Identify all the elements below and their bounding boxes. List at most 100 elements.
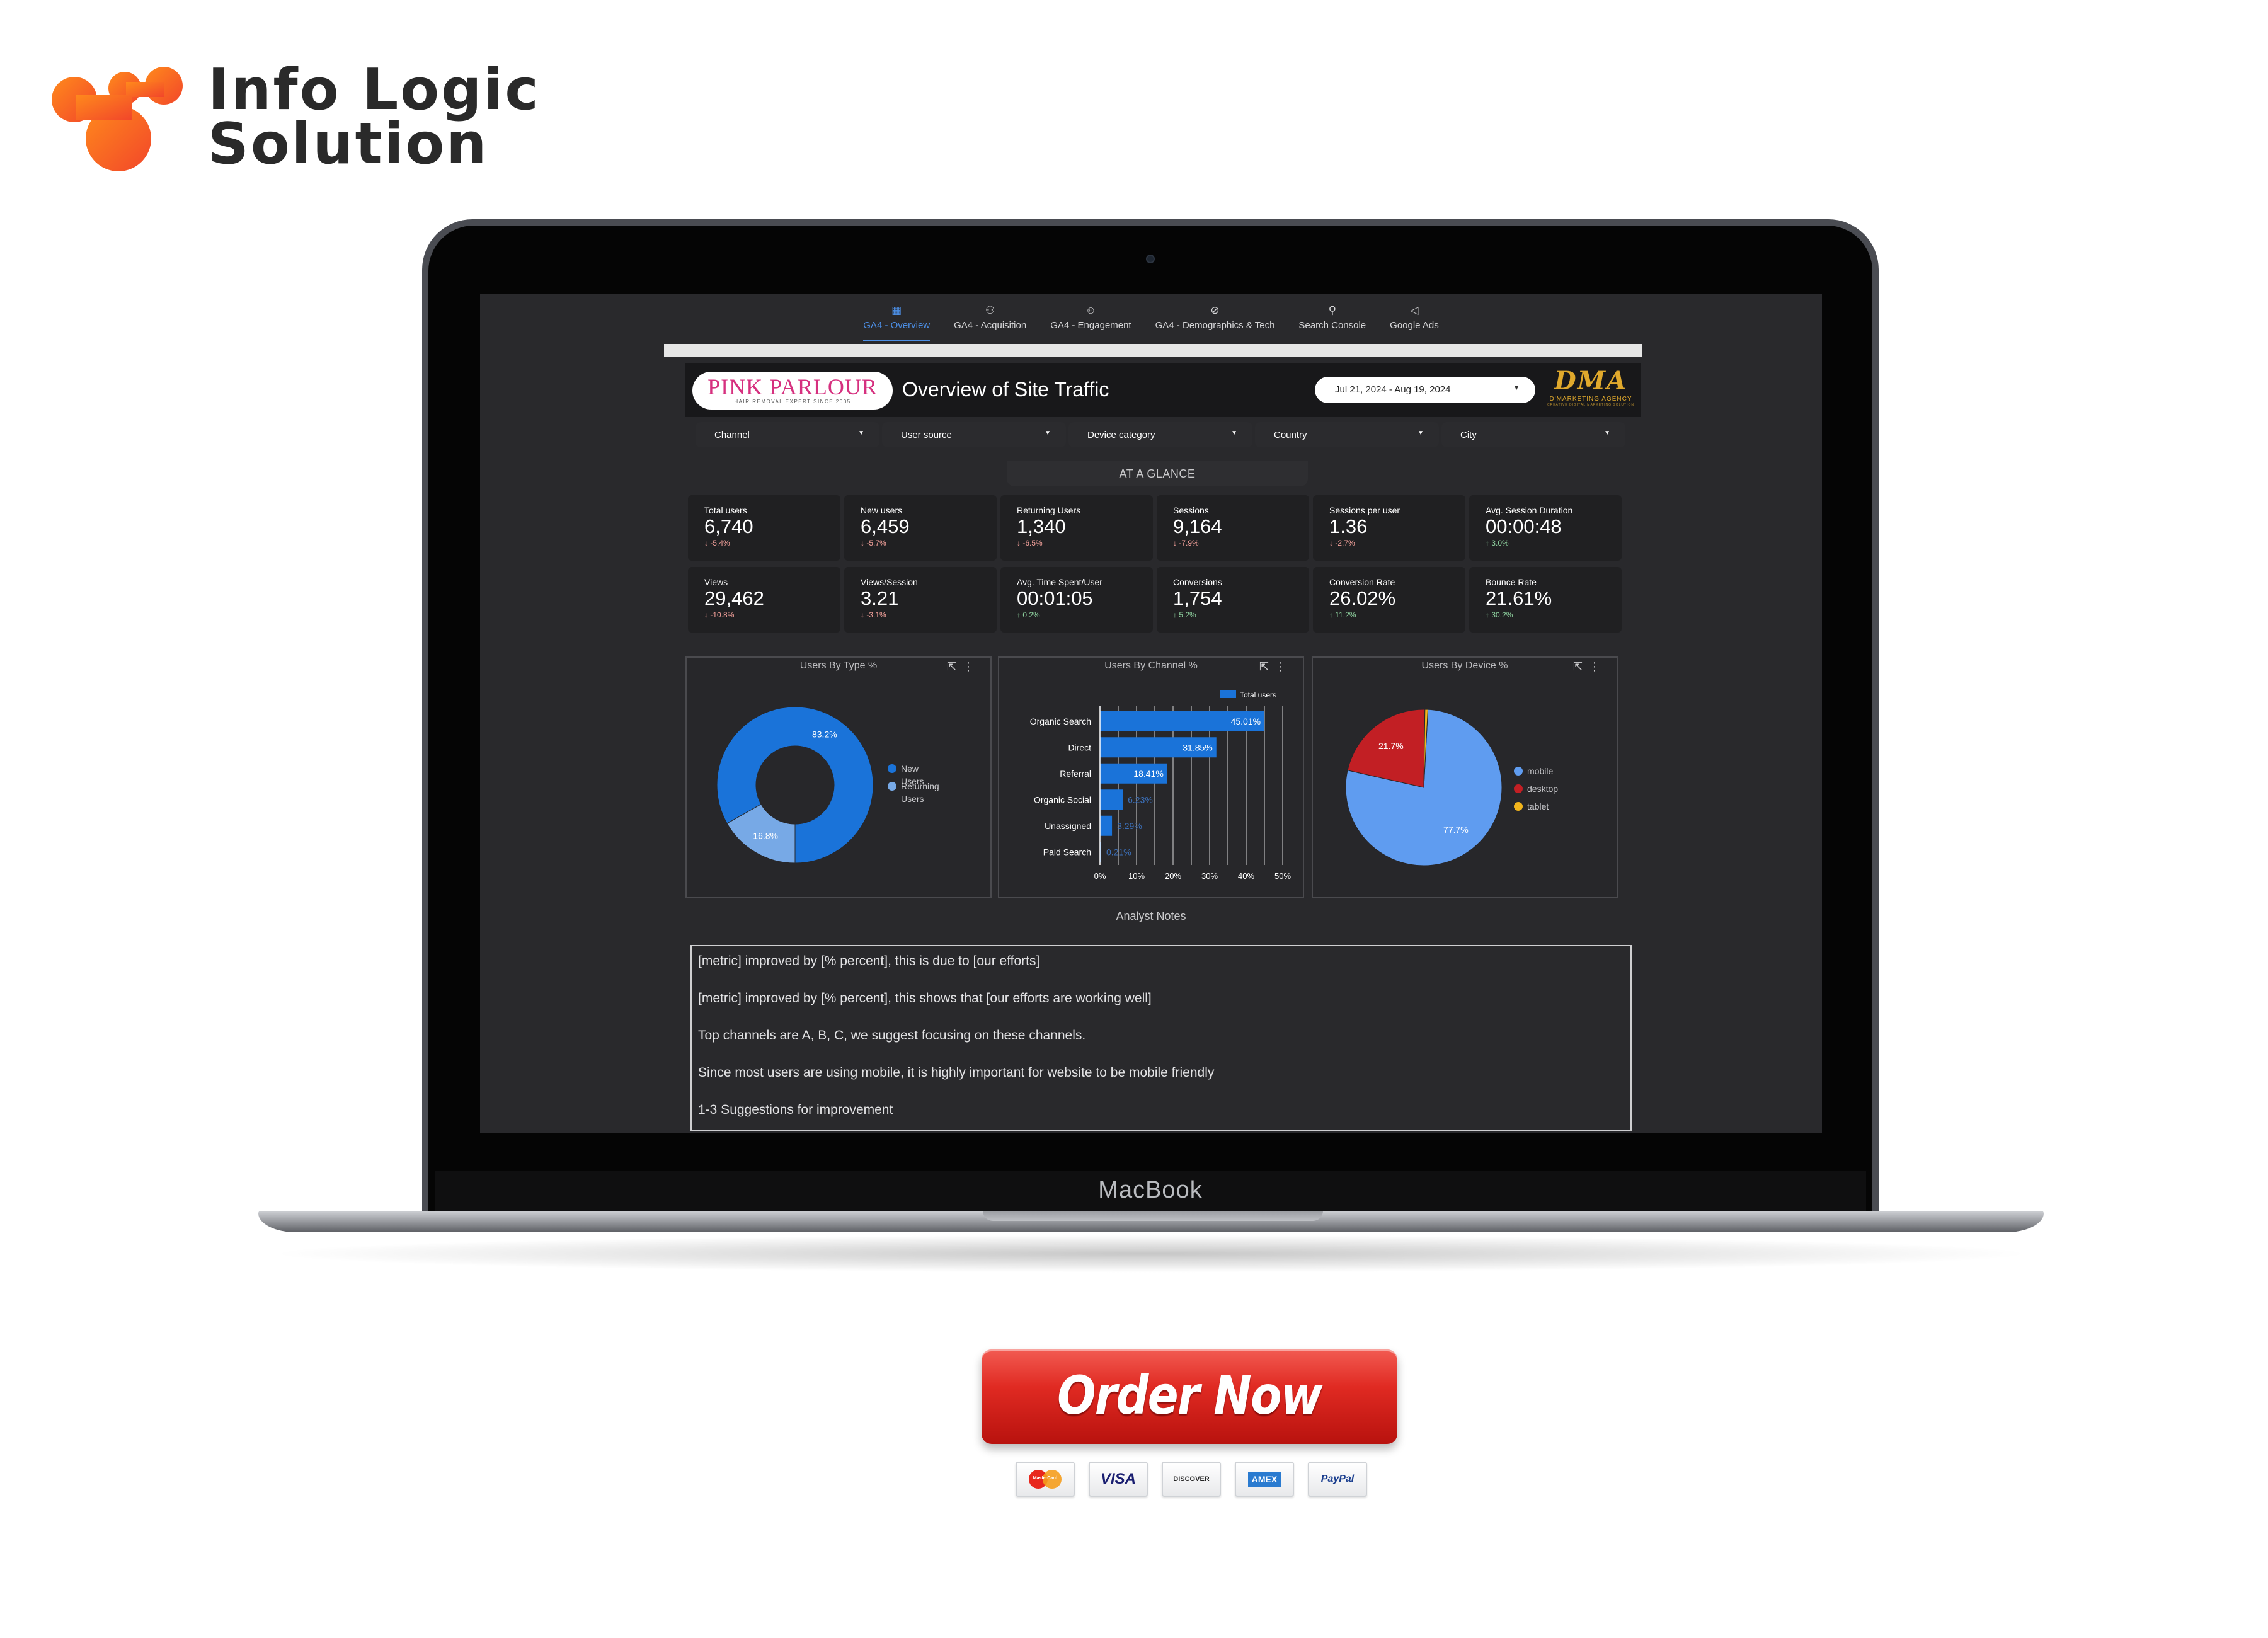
order-now-label: Order Now xyxy=(1057,1365,1323,1426)
brand-logo: Info Logic Solution xyxy=(50,62,539,176)
filter-label: Country xyxy=(1274,430,1307,440)
kpi-delta-value: -10.8% xyxy=(710,610,735,619)
bar-value-label: 31.85% xyxy=(1183,742,1212,752)
filter-label: City xyxy=(1460,430,1477,440)
kpi-label: New users xyxy=(861,505,903,515)
category-label: Organic Social xyxy=(1034,794,1091,805)
caret-down-icon: ▼ xyxy=(1231,430,1237,437)
slice-label: 77.7% xyxy=(1443,825,1469,835)
category-label: Referral xyxy=(1060,769,1091,779)
kpi-label: Returning Users xyxy=(1017,505,1081,515)
users-by-channel-chart: 0% 10% 20% 30% 40% 50% Total users Organic Sear… xyxy=(1030,690,1291,881)
kpi-label: Avg. Time Spent/User xyxy=(1017,577,1102,587)
tab-label: GA4 - Engagement xyxy=(1050,320,1131,331)
kpi-card: New users 6,459 ↓ -5.7% xyxy=(844,495,997,561)
kpi-delta-value: 11.2% xyxy=(1335,610,1356,619)
tab-3[interactable]: ☺ GA4 - Engagement xyxy=(1050,297,1131,341)
kpi-delta-value: -6.5% xyxy=(1022,539,1043,547)
compass-icon: ⊘ xyxy=(1210,304,1220,316)
category-label: Organic Search xyxy=(1030,716,1091,726)
bar-value-label: 6.23% xyxy=(1128,794,1153,805)
kpi-label: Avg. Session Duration xyxy=(1486,505,1573,515)
filter-dropdown[interactable]: City ▼ xyxy=(1441,422,1625,447)
legend-swatch xyxy=(888,764,896,773)
kpi-delta: ↓ -6.5% xyxy=(1017,538,1153,548)
analyst-note: [metric] improved by [% percent], this i… xyxy=(698,954,1040,968)
arrow-up-icon: ↑ xyxy=(1329,610,1336,619)
kpi-delta-value: -5.4% xyxy=(710,539,730,547)
analyst-note: 1-3 Suggestions for improvement xyxy=(698,1102,893,1117)
order-now-button[interactable]: Order Now xyxy=(982,1349,1397,1444)
kpi-value: 00:00:48 xyxy=(1486,515,1562,537)
kpi-card: Avg. Session Duration 00:00:48 ↑ 3.0% xyxy=(1469,495,1622,561)
kpi-card: Conversions 1,754 ↑ 5.2% xyxy=(1157,567,1309,633)
kpi-card: Conversion Rate 26.02% ↑ 11.2% xyxy=(1313,567,1465,633)
legend-swatch xyxy=(1514,802,1523,811)
kpi-value: 21.61% xyxy=(1486,587,1552,609)
legend-label-line: New xyxy=(901,764,919,774)
kpi-value: 6,459 xyxy=(861,515,910,537)
date-range-picker[interactable]: Jul 21, 2024 - Aug 19, 2024 ▼ xyxy=(1315,377,1535,403)
kpi-delta: ↓ -7.9% xyxy=(1173,538,1309,548)
bar-unassigned xyxy=(1100,815,1113,836)
client-logo-title: PINK PARLOUR xyxy=(707,374,878,399)
tab-5[interactable]: ⚲ Search Console xyxy=(1298,297,1366,341)
filter-dropdown[interactable]: Channel ▼ xyxy=(696,422,879,447)
people-icon: ⚇ xyxy=(985,304,995,316)
analyst-notes-box: [metric] improved by [% percent], this i… xyxy=(690,945,1632,1131)
users-by-channel-panel: Users By Channel % ⇱⋮ 0% 10% 20% 30% 40% 50% T… xyxy=(998,656,1304,898)
filter-dropdown[interactable]: Country ▼ xyxy=(1255,422,1439,447)
report-nav: ▦ GA4 - Overview ⚇ GA4 - Acquisition ☺ GA4 - … xyxy=(480,297,1822,341)
tab-label: Search Console xyxy=(1298,320,1366,331)
arrow-down-icon: ↓ xyxy=(861,539,867,547)
card-label: MasterCard xyxy=(1033,1476,1058,1480)
users-by-device-chart: 77.7% 21.7% mobile desktop tablet xyxy=(1345,709,1558,866)
date-range-value: Jul 21, 2024 - Aug 19, 2024 xyxy=(1335,384,1451,395)
kpi-delta: ↓ -5.7% xyxy=(861,538,997,548)
filter-dropdown[interactable]: User source ▼ xyxy=(882,422,1066,447)
kpi-label: Sessions per user xyxy=(1329,505,1400,515)
report-title: Overview of Site Traffic xyxy=(902,378,1109,401)
arrow-up-icon: ↑ xyxy=(1173,610,1179,619)
card-label: AMEX xyxy=(1247,1472,1281,1487)
kpi-delta: ↓ -10.8% xyxy=(704,610,840,620)
category-label: Paid Search xyxy=(1043,847,1091,857)
x-tick-label: 0% xyxy=(1094,871,1106,881)
x-tick-label: 50% xyxy=(1274,871,1291,881)
legend-label: Total users xyxy=(1240,690,1276,699)
mastercard-card: MasterCard xyxy=(1016,1462,1075,1497)
paypal-card: PayPal xyxy=(1308,1462,1367,1497)
report-header: PINK PARLOUR HAIR REMOVAL EXPERT SINCE 2… xyxy=(685,363,1641,417)
tab-1[interactable]: ▦ GA4 - Overview xyxy=(863,297,931,341)
kpi-card: Returning Users 1,340 ↓ -6.5% xyxy=(1000,495,1153,561)
slice-label: 21.7% xyxy=(1378,741,1404,751)
arrow-down-icon: ↓ xyxy=(704,610,711,619)
legend-label: desktop xyxy=(1527,784,1558,794)
tab-6[interactable]: ◁ Google Ads xyxy=(1390,297,1439,341)
legend-label: Returning Users xyxy=(901,781,939,804)
tab-4[interactable]: ⊘ GA4 - Demographics & Tech xyxy=(1155,297,1275,341)
filter-dropdown[interactable]: Device category ▼ xyxy=(1068,422,1252,447)
brand-mark-icon xyxy=(52,67,183,171)
arrow-up-icon: ↑ xyxy=(1486,610,1492,619)
tab-label: Google Ads xyxy=(1390,320,1439,331)
user-circle-icon: ☺ xyxy=(1085,304,1097,316)
tab-label: GA4 - Overview xyxy=(863,320,931,331)
kpi-value: 3.21 xyxy=(861,587,899,609)
camera-icon xyxy=(1146,255,1155,263)
arrow-down-icon: ↓ xyxy=(861,610,867,619)
analyst-note: Since most users are using mobile, it is… xyxy=(698,1065,1215,1080)
filter-label: Channel xyxy=(714,430,750,440)
legend-label-line: Users xyxy=(901,794,924,804)
kpi-delta-value: -2.7% xyxy=(1335,539,1355,547)
kpi-delta: ↑ 30.2% xyxy=(1486,610,1622,620)
client-logo-subtitle: HAIR REMOVAL EXPERT SINCE 2005 xyxy=(734,399,851,404)
analyst-note: [metric] improved by [% percent], this s… xyxy=(698,991,1152,1005)
discover-card: DISCOVER xyxy=(1162,1462,1221,1497)
report-top-strip xyxy=(664,344,1642,357)
kpi-value: 6,740 xyxy=(704,515,753,537)
x-tick-label: 20% xyxy=(1165,871,1181,881)
kpi-delta-value: -3.1% xyxy=(866,610,886,619)
tab-2[interactable]: ⚇ GA4 - Acquisition xyxy=(954,297,1026,341)
kpi-value: 1.36 xyxy=(1329,515,1368,537)
